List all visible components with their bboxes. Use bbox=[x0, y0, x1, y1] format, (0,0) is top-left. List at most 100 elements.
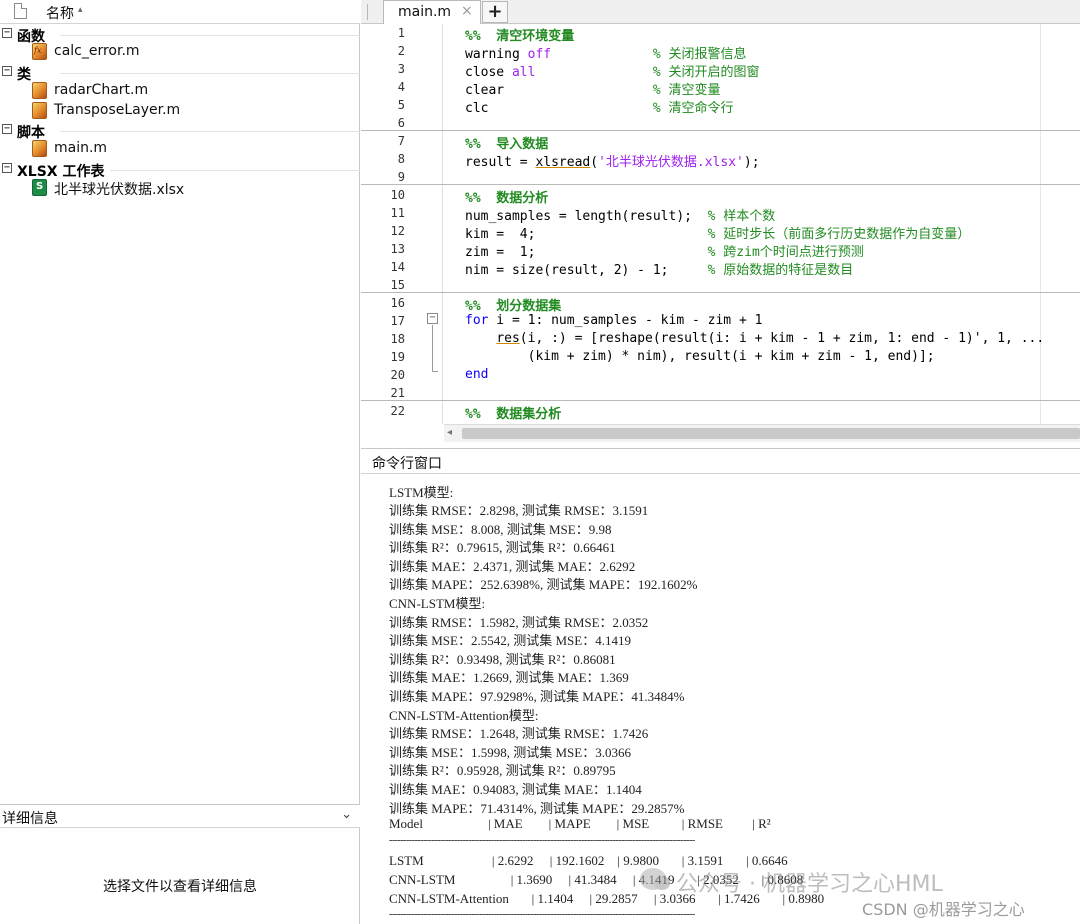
output-line: CNN-LSTM模型: bbox=[389, 596, 486, 611]
file-browser-panel: 名称 ▴ − 函数 calc_error.m − 类 radarChart.m … bbox=[0, 0, 360, 924]
file-item-transposelayer[interactable]: TransposeLayer.m bbox=[0, 101, 360, 121]
close-icon[interactable]: × bbox=[461, 3, 473, 19]
fold-guide-end bbox=[432, 371, 438, 372]
output-line: 训练集 MSE：1.5998, 测试集 MSE：3.0366 bbox=[389, 745, 631, 760]
sort-ascending-icon[interactable]: ▴ bbox=[78, 5, 83, 15]
cell-divider bbox=[361, 292, 1080, 293]
line-number: 5 bbox=[397, 98, 405, 112]
output-line: 训练集 R²：0.79615, 测试集 R²：0.66461 bbox=[389, 540, 616, 555]
output-line: CNN-LSTM-Attention模型: bbox=[389, 708, 539, 723]
line-number: 4 bbox=[397, 80, 405, 94]
code-editor: main.m × + 1%% 清空环境变量 2 warning off % 关闭报… bbox=[361, 0, 1080, 446]
line-number: 18 bbox=[390, 332, 405, 346]
category-classes[interactable]: − 类 bbox=[0, 64, 360, 83]
line-number: 19 bbox=[390, 350, 405, 364]
line-number: 16 bbox=[390, 296, 405, 310]
collapse-toggle-icon[interactable]: − bbox=[2, 28, 12, 38]
details-title: 详细信息 bbox=[2, 811, 58, 827]
tab-label: main.m bbox=[398, 4, 452, 20]
name-column-header[interactable]: 名称 bbox=[46, 3, 74, 23]
csdn-watermark: CSDN @机器学习之心 bbox=[862, 900, 1025, 919]
file-list-header[interactable]: 名称 ▴ bbox=[0, 0, 360, 24]
output-line: 训练集 MAPE：252.6398%, 测试集 MAPE：192.1602% bbox=[389, 577, 698, 592]
details-empty-message: 选择文件以查看详细信息 bbox=[103, 879, 257, 895]
horizontal-scrollbar[interactable]: ◂ bbox=[444, 424, 1080, 442]
file-item-radarchart[interactable]: radarChart.m bbox=[0, 81, 360, 101]
file-name: calc_error.m bbox=[54, 43, 140, 59]
cell-divider bbox=[361, 184, 1080, 185]
line-number: 12 bbox=[390, 224, 405, 238]
class-file-icon bbox=[32, 82, 47, 99]
code-line[interactable]: (kim + zim) * nim), result(i + kim + zim… bbox=[465, 349, 935, 364]
output-line: 训练集 RMSE：2.8298, 测试集 RMSE：3.1591 bbox=[389, 503, 649, 518]
scrollbar-thumb[interactable] bbox=[462, 428, 1080, 439]
category-divider bbox=[60, 73, 360, 74]
line-number: 22 bbox=[390, 404, 405, 418]
file-name: TransposeLayer.m bbox=[54, 102, 181, 118]
line-number: 10 bbox=[390, 188, 405, 202]
output-line: 训练集 R²：0.93498, 测试集 R²：0.86081 bbox=[389, 652, 616, 667]
file-item-main[interactable]: main.m bbox=[0, 139, 360, 159]
category-scripts[interactable]: − 脚本 bbox=[0, 122, 360, 141]
output-line: LSTM模型: bbox=[389, 485, 454, 500]
output-line: 训练集 MSE：8.008, 测试集 MSE：9.98 bbox=[389, 522, 612, 537]
output-line: 训练集 MAE：0.94083, 测试集 MAE：1.1404 bbox=[389, 782, 642, 797]
command-window-title: 命令行窗口 bbox=[372, 456, 442, 472]
command-window-output[interactable]: LSTM模型: 训练集 RMSE：2.8298, 测试集 RMSE：3.1591… bbox=[361, 474, 1080, 924]
new-tab-button[interactable]: + bbox=[482, 1, 508, 23]
file-name: main.m bbox=[54, 140, 108, 156]
results-table-rule: ----------------------------------------… bbox=[389, 835, 695, 846]
line-number: 17 bbox=[390, 314, 405, 328]
output-line: 训练集 RMSE：1.5982, 测试集 RMSE：2.0352 bbox=[389, 615, 649, 630]
results-table-header: Model | MAE | MAPE | MSE | RMSE | R² bbox=[389, 816, 771, 831]
line-number: 11 bbox=[390, 206, 405, 220]
command-window-header: 命令行窗口 bbox=[361, 448, 1080, 474]
line-number: 9 bbox=[397, 170, 405, 184]
collapse-toggle-icon[interactable]: − bbox=[2, 66, 12, 76]
file-type-icon bbox=[14, 3, 27, 19]
file-name: radarChart.m bbox=[54, 82, 149, 98]
line-number: 8 bbox=[397, 152, 405, 166]
results-table-rule: ----------------------------------------… bbox=[389, 909, 695, 920]
collapse-toggle-icon[interactable]: − bbox=[2, 124, 12, 134]
output-line: 训练集 MAPE：71.4314%, 测试集 MAPE：29.2857% bbox=[389, 801, 685, 816]
line-number: 20 bbox=[390, 368, 405, 382]
file-name: 北半球光伏数据.xlsx bbox=[54, 182, 185, 198]
output-line: 训练集 MSE：2.5542, 测试集 MSE：4.1419 bbox=[389, 633, 631, 648]
line-number: 14 bbox=[390, 260, 405, 274]
line-number: 1 bbox=[397, 26, 405, 40]
code-line[interactable]: for i = 1: num_samples - kim - zim + 1 bbox=[465, 313, 762, 328]
editor-tab-bar: main.m × + bbox=[361, 0, 1080, 24]
category-divider bbox=[110, 170, 360, 171]
line-number: 23 bbox=[371, 422, 405, 424]
category-divider bbox=[60, 131, 360, 132]
output-line: 训练集 MAE：1.2669, 测试集 MAE：1.369 bbox=[389, 670, 629, 685]
line-number: 15 bbox=[390, 278, 405, 292]
code-line[interactable]: end bbox=[465, 367, 488, 382]
line-number: 7 bbox=[397, 134, 405, 148]
wechat-logo-icon bbox=[640, 868, 670, 890]
category-divider bbox=[60, 35, 360, 36]
tab-main-m[interactable]: main.m × bbox=[383, 0, 481, 24]
file-item-xlsx[interactable]: 北半球光伏数据.xlsx bbox=[0, 178, 360, 198]
collapse-toggle-icon[interactable]: − bbox=[2, 163, 12, 173]
cell-divider bbox=[361, 130, 1080, 131]
scroll-left-icon[interactable]: ◂ bbox=[447, 427, 452, 438]
fold-guide bbox=[432, 325, 433, 372]
class-file-icon bbox=[32, 102, 47, 119]
line-number: 6 bbox=[397, 116, 405, 130]
chevron-down-icon[interactable]: ⌄ bbox=[341, 807, 352, 822]
category-xlsx[interactable]: − XLSX 工作表 bbox=[0, 161, 360, 180]
script-file-icon bbox=[32, 140, 47, 157]
spreadsheet-icon bbox=[32, 179, 47, 196]
code-line[interactable]: res(i, :) = [reshape(result(i: i + kim -… bbox=[465, 331, 1044, 346]
line-number: 13 bbox=[390, 242, 405, 256]
line-number: 21 bbox=[390, 386, 405, 400]
fold-toggle-icon[interactable]: − bbox=[427, 313, 438, 324]
output-line: 训练集 R²：0.95928, 测试集 R²：0.89795 bbox=[389, 763, 616, 778]
details-panel-header[interactable]: 详细信息 ⌄ bbox=[0, 804, 360, 828]
output-line: 训练集 MAPE：97.9298%, 测试集 MAPE：41.3484% bbox=[389, 689, 685, 704]
line-number: 3 bbox=[397, 62, 405, 76]
file-item-calc-error[interactable]: calc_error.m bbox=[0, 42, 360, 62]
function-file-icon bbox=[32, 43, 47, 60]
